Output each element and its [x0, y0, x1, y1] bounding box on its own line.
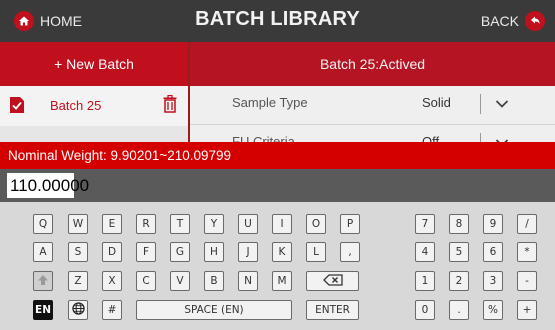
param-row-sample-type[interactable]: Sample Type Solid — [190, 86, 555, 125]
key-z[interactable]: Z — [68, 271, 88, 291]
nominal-weight-bar: Nominal Weight: 9.90201~210.09799 — [0, 142, 555, 169]
key-5[interactable]: 5 — [449, 242, 469, 262]
key-comma[interactable]: , — [340, 242, 360, 262]
key-o[interactable]: O — [306, 214, 326, 234]
key-g[interactable]: G — [170, 242, 190, 262]
key-2[interactable]: 2 — [449, 271, 469, 291]
key-4[interactable]: 4 — [415, 242, 435, 262]
key-i[interactable]: I — [272, 214, 292, 234]
page-title: BATCH LIBRARY — [195, 8, 360, 30]
key-h[interactable]: H — [204, 242, 224, 262]
key-x[interactable]: X — [102, 271, 122, 291]
key-k[interactable]: K — [272, 242, 292, 262]
back-label: BACK — [480, 13, 519, 29]
on-screen-keyboard: Q W E R T Y U I O P A S D F G H J K L , … — [0, 202, 555, 330]
batch-header: Batch 25:Actived — [190, 42, 555, 86]
key-hash[interactable]: # — [102, 300, 122, 320]
key-p[interactable]: P — [340, 214, 360, 234]
globe-icon — [71, 302, 85, 318]
key-q[interactable]: Q — [33, 214, 53, 234]
batch-item-label: Batch 25 — [50, 98, 102, 113]
key-0[interactable]: 0 — [415, 300, 435, 320]
key-1[interactable]: 1 — [415, 271, 435, 291]
key-m[interactable]: M — [272, 271, 292, 291]
key-minus[interactable]: - — [517, 271, 537, 291]
key-c[interactable]: C — [136, 271, 156, 291]
param-label: Sample Type — [232, 95, 308, 110]
key-dot[interactable]: . — [449, 300, 469, 320]
key-y[interactable]: Y — [204, 214, 224, 234]
key-a[interactable]: A — [33, 242, 53, 262]
back-button[interactable]: BACK — [481, 9, 545, 33]
top-bar: HOME BATCH LIBRARY BACK — [0, 0, 555, 42]
key-plus[interactable]: + — [517, 300, 537, 320]
key-b[interactable]: B — [204, 271, 224, 291]
param-value: Solid — [422, 95, 451, 110]
key-s[interactable]: S — [68, 242, 88, 262]
key-u[interactable]: U — [238, 214, 258, 234]
new-batch-button[interactable]: + New Batch — [0, 42, 188, 86]
key-6[interactable]: 6 — [483, 242, 503, 262]
batch-list-item[interactable]: Batch 25 — [0, 86, 188, 126]
separator — [480, 94, 481, 114]
input-bar: 110.00000 — [0, 169, 555, 202]
key-3[interactable]: 3 — [483, 271, 503, 291]
key-f[interactable]: F — [136, 242, 156, 262]
weight-input[interactable]: 110.00000 — [7, 173, 89, 198]
key-r[interactable]: R — [136, 214, 156, 234]
key-percent[interactable]: % — [483, 300, 503, 320]
space-key[interactable]: SPACE (EN) — [136, 300, 292, 320]
key-t[interactable]: T — [170, 214, 190, 234]
key-multiply[interactable]: * — [517, 242, 537, 262]
enter-key[interactable]: ENTER — [306, 300, 359, 320]
key-d[interactable]: D — [102, 242, 122, 262]
key-7[interactable]: 7 — [415, 214, 435, 234]
key-w[interactable]: W — [68, 214, 88, 234]
shift-up-icon — [37, 274, 49, 289]
key-divide[interactable]: / — [517, 214, 537, 234]
backspace-key[interactable] — [306, 271, 359, 291]
chevron-down-icon[interactable] — [495, 96, 509, 114]
language-key[interactable]: EN — [33, 300, 53, 320]
document-check-icon — [10, 97, 24, 118]
back-arrow-icon — [525, 11, 545, 31]
key-8[interactable]: 8 — [449, 214, 469, 234]
key-n[interactable]: N — [238, 271, 258, 291]
shift-key[interactable] — [33, 271, 53, 291]
trash-icon[interactable] — [163, 94, 177, 118]
key-v[interactable]: V — [170, 271, 190, 291]
key-9[interactable]: 9 — [483, 214, 503, 234]
key-e[interactable]: E — [102, 214, 122, 234]
key-l[interactable]: L — [306, 242, 326, 262]
globe-key[interactable] — [68, 300, 88, 320]
backspace-icon — [322, 273, 343, 289]
key-j[interactable]: J — [238, 242, 258, 262]
